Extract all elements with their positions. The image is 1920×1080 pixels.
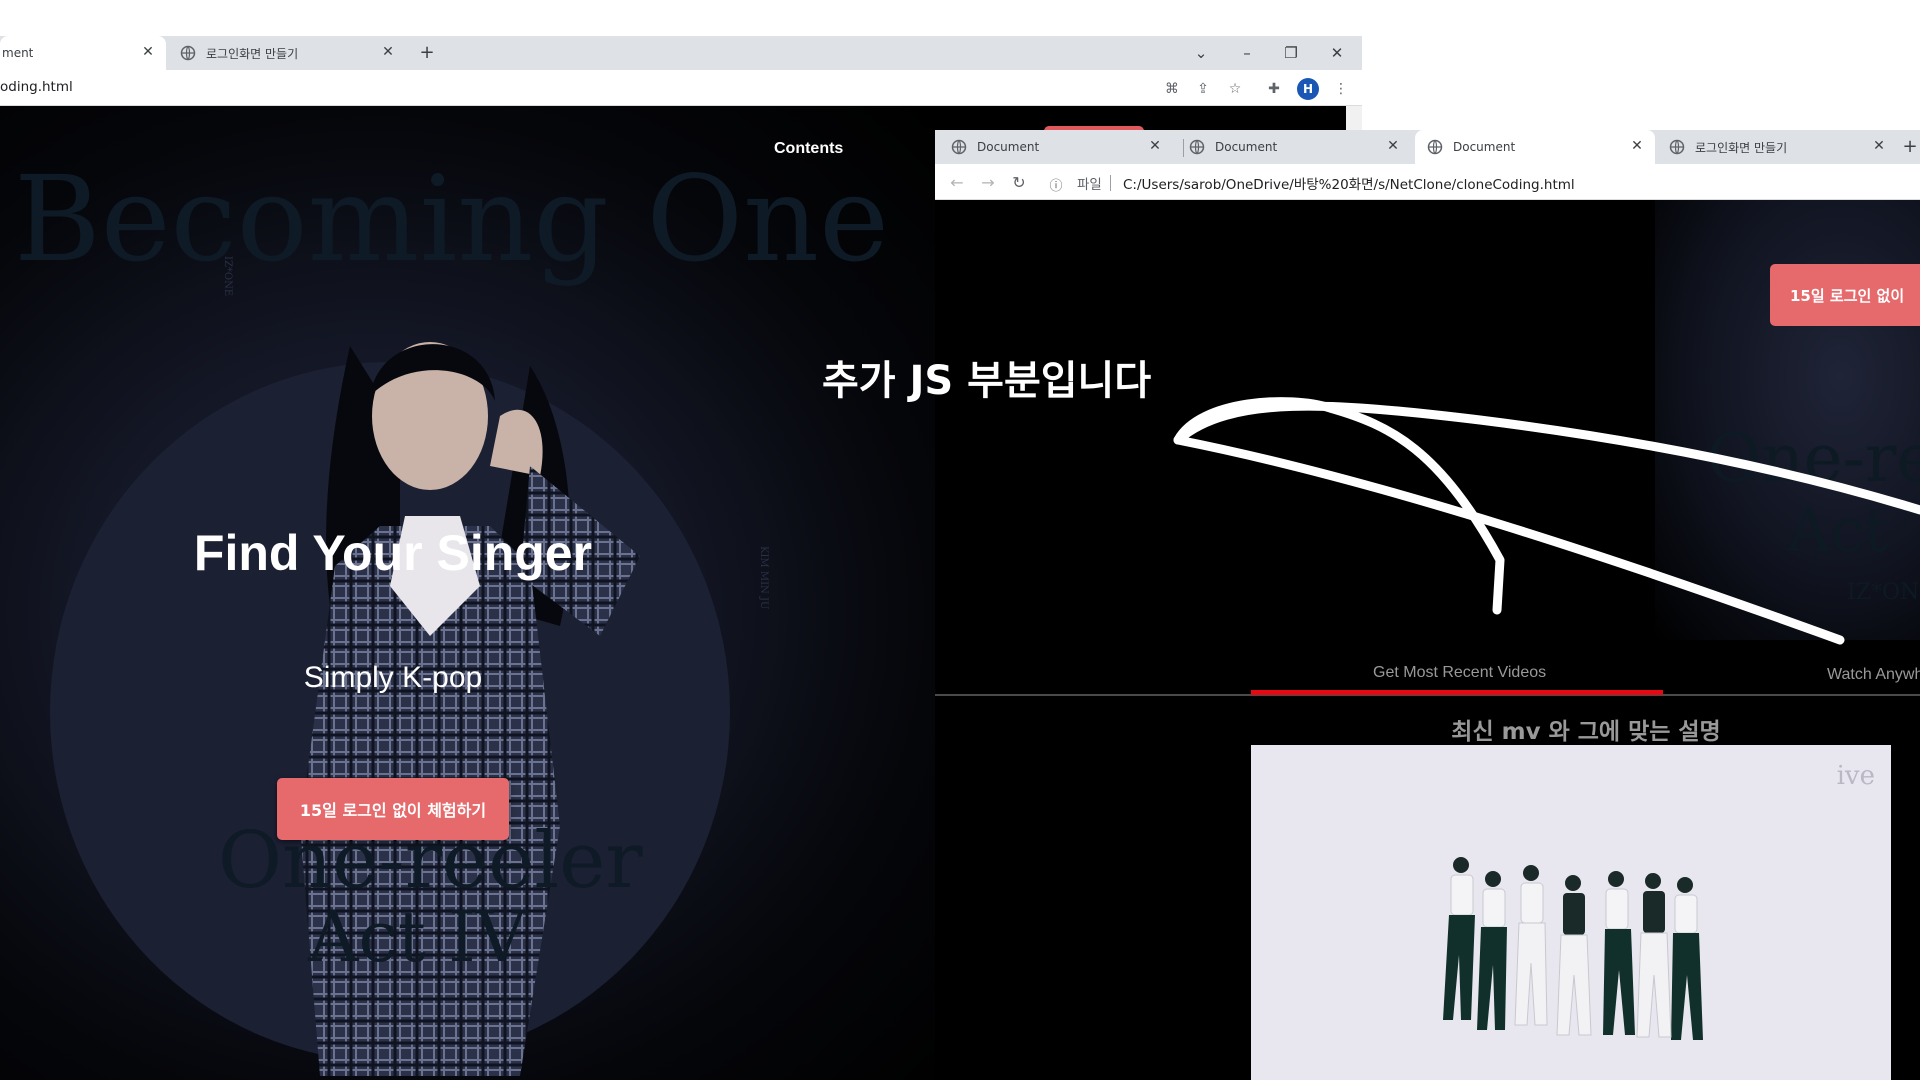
free-trial-button[interactable]: 15일 로그인 없이: [1770, 264, 1920, 326]
globe-icon: [1189, 139, 1205, 155]
globe-icon: [1427, 139, 1443, 155]
nav-contents-link[interactable]: Contents: [774, 140, 843, 158]
tab-document-2[interactable]: Document ✕: [1177, 130, 1411, 164]
new-tab-button[interactable]: +: [418, 44, 436, 62]
close-icon[interactable]: ✕: [140, 44, 156, 60]
globe-icon: [951, 139, 967, 155]
menu-icon[interactable]: ⋮: [1332, 80, 1350, 98]
address-bar[interactable]: C:/Users/sarob/OneDrive/바탕%20화면/s/NetClo…: [1123, 173, 1575, 193]
restore-button[interactable]: ❐: [1280, 44, 1302, 62]
page-content: One-reel Act IZ*ONE 15일 로그인 없이 Get Most …: [935, 200, 1920, 1080]
tab-document-1[interactable]: Document ✕: [939, 130, 1173, 164]
share-icon[interactable]: ⇪: [1194, 80, 1212, 98]
tab-label: Document: [1215, 140, 1278, 154]
avatar[interactable]: H: [1297, 78, 1319, 100]
video-logo: ive: [1836, 761, 1875, 791]
translate-icon[interactable]: ⌘: [1163, 80, 1181, 98]
minimize-button[interactable]: –: [1236, 44, 1258, 62]
side-watermark: IZ*ONE: [222, 256, 233, 297]
close-window-button[interactable]: ✕: [1326, 44, 1348, 62]
hero-title: Find Your Singer: [193, 525, 593, 581]
album-watermark-line2: Act: [1787, 496, 1889, 566]
tab-label: 로그인화면 만들기: [1695, 140, 1788, 155]
close-icon[interactable]: ✕: [1385, 138, 1401, 154]
address-divider: [1110, 175, 1111, 191]
tab-login[interactable]: 로그인화면 만들기 ✕: [168, 36, 406, 70]
tab-login[interactable]: 로그인화면 만들기 ✕: [1657, 130, 1897, 164]
hero-section: One-reel Act IZ*ONE 15일 로그인 없이: [935, 200, 1920, 640]
new-tab-button[interactable]: +: [1901, 138, 1919, 156]
forward-icon[interactable]: →: [978, 173, 998, 192]
address-scheme: 파일: [1077, 177, 1102, 193]
extensions-icon[interactable]: ✚: [1265, 80, 1283, 98]
tab-strip: Document ✕ Document ✕ Document ✕ 로그인화면 만…: [935, 130, 1920, 164]
album-watermark-line3: IZ*ONE: [1847, 580, 1920, 605]
bookmark-star-icon[interactable]: ☆: [1226, 80, 1244, 98]
close-icon[interactable]: ✕: [1871, 138, 1887, 154]
tab-recent-videos[interactable]: Get Most Recent Videos: [1373, 664, 1546, 682]
active-tab-indicator: [1251, 690, 1663, 695]
album-watermark-line2: Act IV: [308, 896, 527, 978]
tab-label: Document: [977, 140, 1040, 154]
tab-label: ment: [2, 46, 34, 60]
globe-icon: [1669, 139, 1685, 155]
album-watermark-line1: One-reel: [1707, 420, 1920, 497]
reload-icon[interactable]: ↻: [1009, 173, 1029, 192]
hero-subtitle: Simply K-pop: [303, 661, 483, 694]
tab-label: Document: [1453, 140, 1516, 154]
free-trial-button[interactable]: 15일 로그인 없이 체험하기: [277, 778, 509, 840]
close-icon[interactable]: ✕: [1147, 138, 1163, 154]
globe-icon: [180, 45, 196, 61]
album-title-watermark: Becoming One: [14, 150, 889, 288]
section-title: 최신 mv 와 그에 맞는 설명: [1451, 719, 1721, 745]
music-video-player[interactable]: ive: [1251, 745, 1891, 1080]
tab-strip: ment ✕ 로그인화면 만들기 ✕ + ⌄ – ❐ ✕: [0, 36, 1362, 70]
back-icon[interactable]: ←: [947, 173, 967, 192]
tab-document-3[interactable]: Document ✕: [1415, 130, 1655, 164]
tab-label: 로그인화면 만들기: [206, 46, 299, 61]
address-bar[interactable]: oding.html: [0, 79, 73, 95]
tab-document[interactable]: ment ✕: [0, 36, 166, 70]
close-icon[interactable]: ✕: [1629, 138, 1645, 154]
info-icon[interactable]: ⓘ: [1046, 175, 1066, 194]
annotation-text: 추가 JS 부분입니다: [822, 358, 1152, 404]
tab-search-icon[interactable]: ⌄: [1190, 44, 1212, 62]
close-icon[interactable]: ✕: [380, 44, 396, 60]
tab-watch-anywhere[interactable]: Watch Anywh: [1827, 666, 1920, 684]
browser-toolbar: ← → ↻ ⓘ 파일 C:/Users/sarob/OneDrive/바탕%20…: [935, 164, 1920, 200]
browser-window-front: Document ✕ Document ✕ Document ✕ 로그인화면 만…: [935, 130, 1920, 1080]
dancers-image: [1443, 857, 1703, 1040]
browser-toolbar: oding.html ⌘ ⇪ ☆ ✚ H ⋮: [0, 70, 1362, 106]
